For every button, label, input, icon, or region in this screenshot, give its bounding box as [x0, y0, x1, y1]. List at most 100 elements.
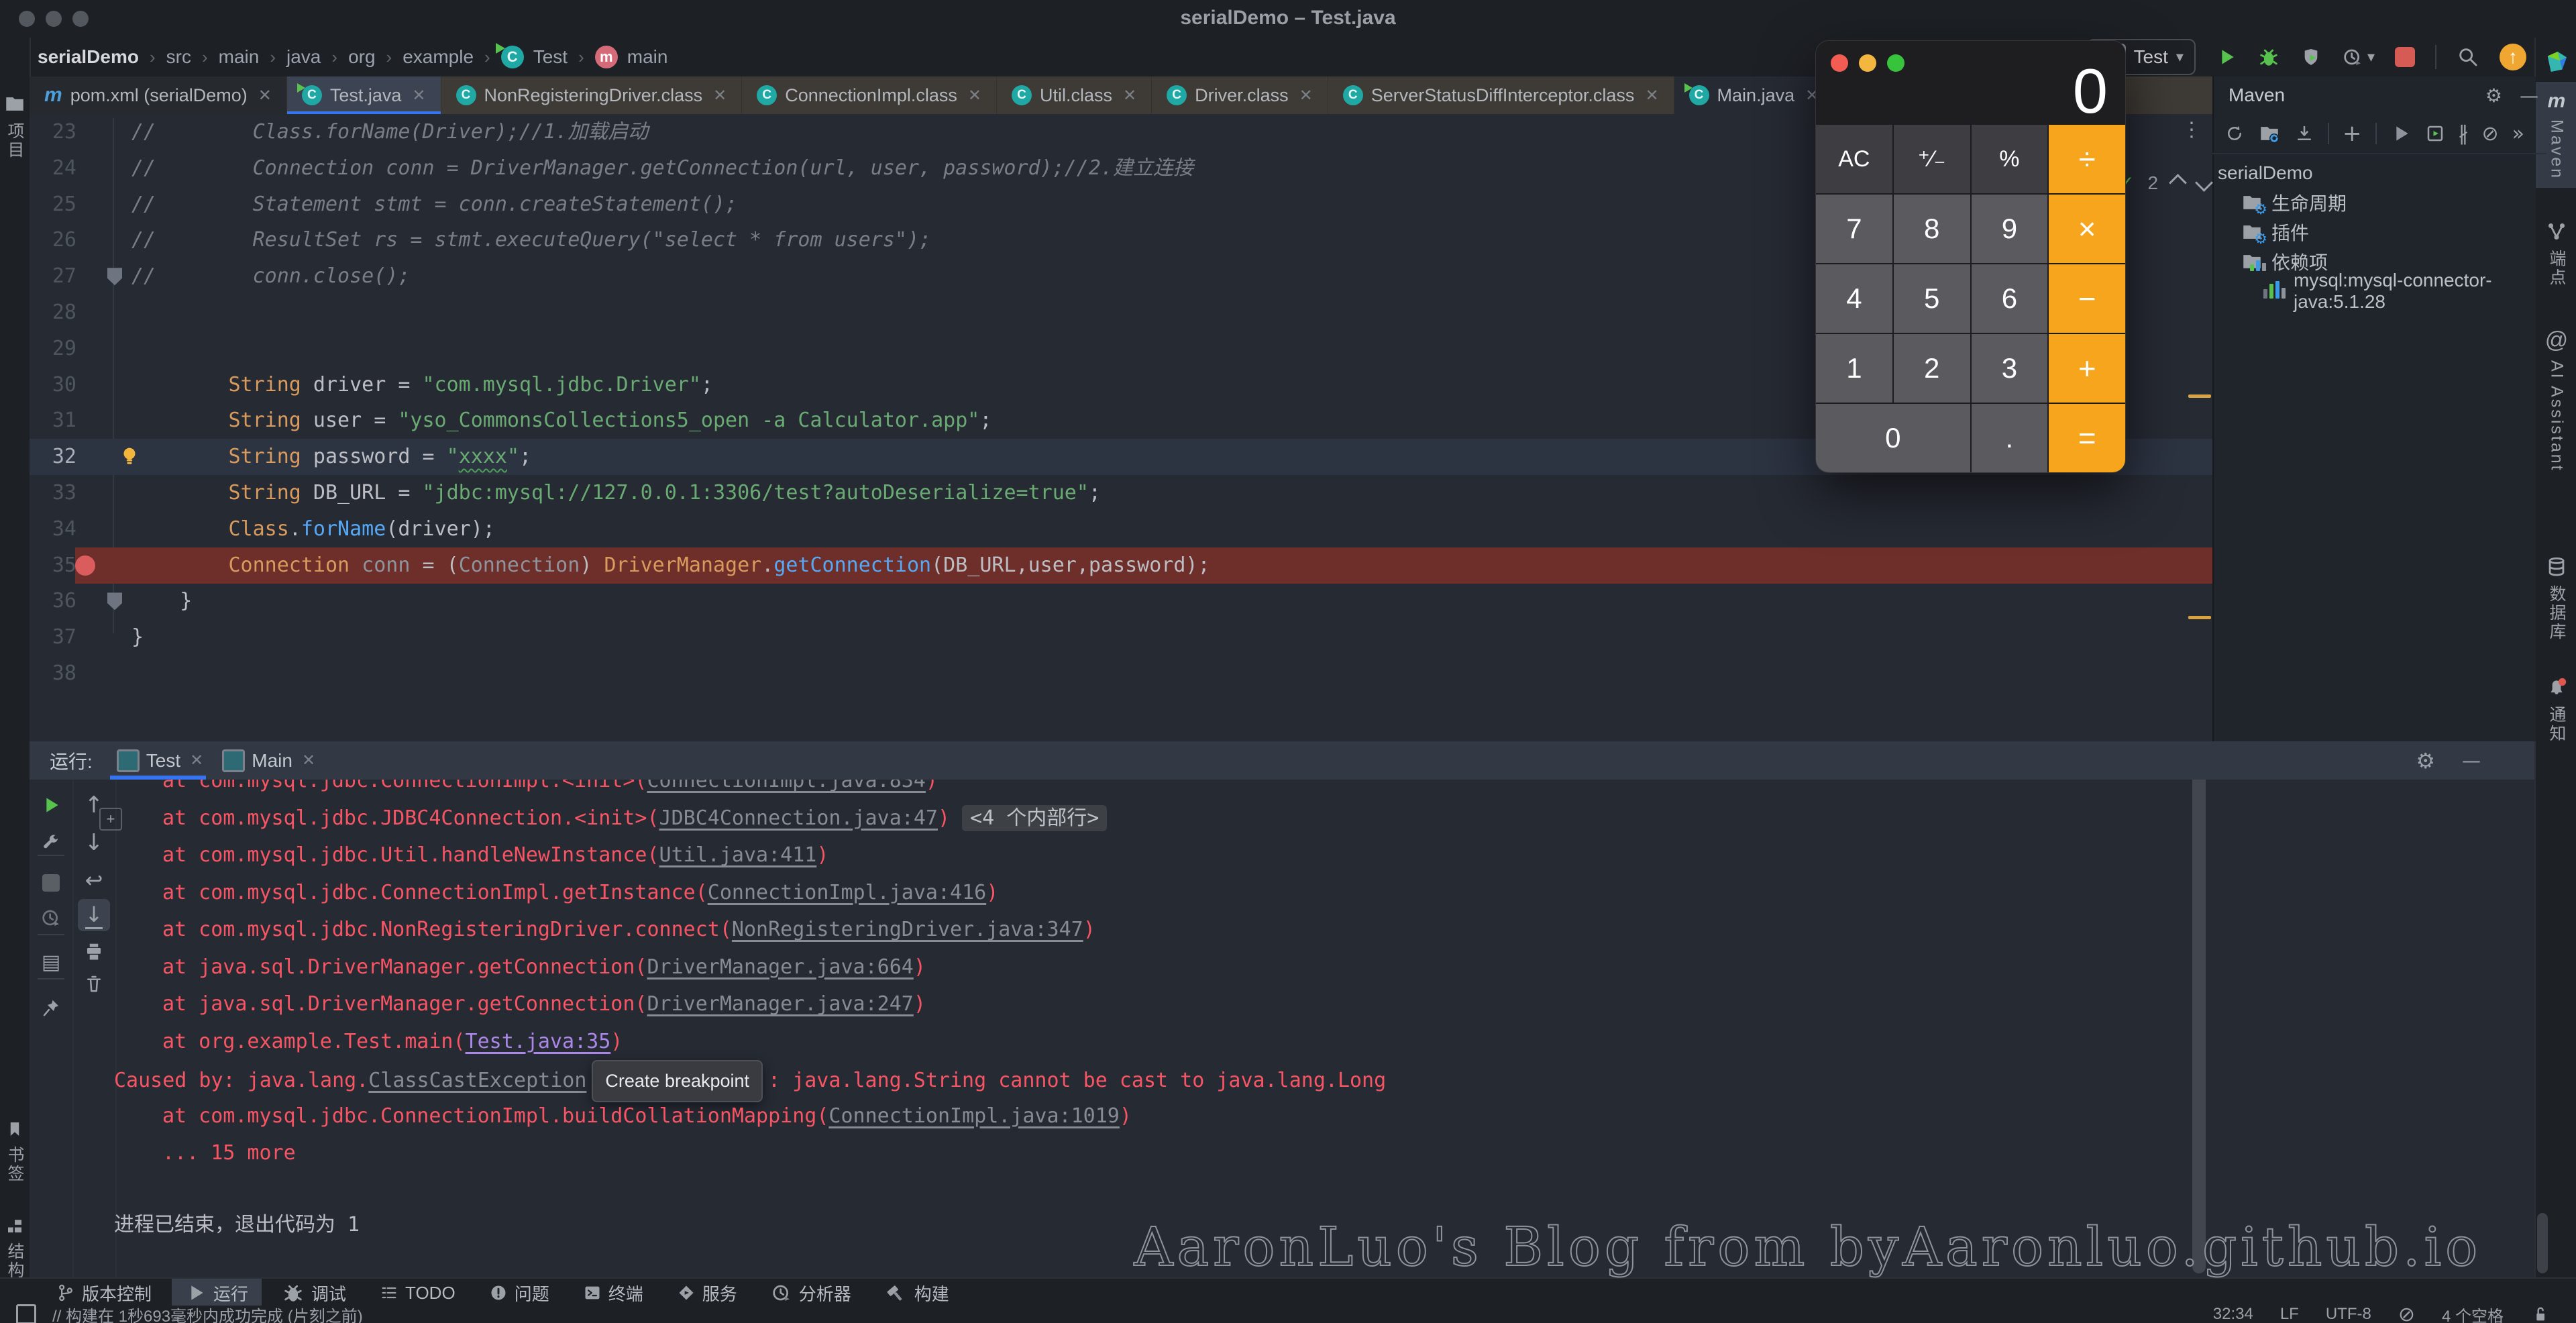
breadcrumb-item-main[interactable]: main	[219, 46, 260, 68]
calc-key-9[interactable]: 9	[1972, 195, 2048, 263]
next-problem-icon[interactable]	[2195, 174, 2213, 192]
stack-trace-link[interactable]: DriverManager.java:664	[647, 955, 913, 979]
toolbar-item-TODO[interactable]: TODO	[366, 1279, 469, 1307]
calc-key-.[interactable]: .	[1972, 404, 2048, 472]
maven-tree-item[interactable]: mysql:mysql-connector-java:5.1.28	[2263, 276, 2576, 306]
stack-trace-link[interactable]: DriverManager.java:247	[647, 992, 913, 1016]
toolbar-item-构建[interactable]: 构建	[871, 1279, 963, 1307]
console-tab-Main[interactable]: Main✕	[213, 741, 325, 780]
toolbar-item-服务[interactable]: 服务	[663, 1279, 751, 1307]
execute-goal-icon[interactable]	[2425, 123, 2445, 144]
maven-tree-item[interactable]: ⚙生命周期	[2241, 188, 2347, 217]
sidebar-item-notifications[interactable]: 通知	[2536, 668, 2576, 751]
calc-key-÷[interactable]: ÷	[2049, 125, 2125, 193]
scrollbar-warning-mark[interactable]	[2188, 394, 2211, 398]
debug-button[interactable]	[2257, 46, 2280, 68]
calc-key-8[interactable]: 8	[1894, 195, 1970, 263]
update-available-icon[interactable]: ↑	[2500, 44, 2526, 70]
close-icon[interactable]	[1831, 54, 1848, 72]
scroll-to-end-icon[interactable]: ↓	[78, 899, 110, 931]
calc-key-AC[interactable]: AC	[1816, 125, 1892, 193]
breadcrumb-item-example[interactable]: example	[402, 46, 474, 68]
tab-Test.java[interactable]: CTest.java✕	[287, 76, 441, 114]
close-icon[interactable]: ✕	[713, 86, 727, 105]
calc-key-×[interactable]: ×	[2049, 195, 2125, 263]
clear-all-icon[interactable]	[78, 967, 110, 1000]
create-breakpoint-popup[interactable]: Create breakpoint	[592, 1060, 763, 1102]
close-icon[interactable]: ✕	[1645, 86, 1658, 105]
calc-key-6[interactable]: 6	[1972, 264, 2048, 333]
console-tab-Test[interactable]: Test✕	[107, 741, 213, 780]
close-icon[interactable]: ✕	[968, 86, 981, 105]
maven-tree-item[interactable]: ⚙插件	[2241, 217, 2309, 247]
sidebar-item-structure[interactable]: 结构	[0, 1208, 30, 1288]
close-icon[interactable]: ✕	[190, 751, 203, 770]
more-options-icon[interactable]: ⋮	[2182, 118, 2202, 142]
window-layout-icon[interactable]	[16, 1304, 36, 1323]
hide-panel-icon[interactable]: —	[2520, 85, 2538, 107]
sidebar-item-bookmarks[interactable]: 书签	[0, 1111, 30, 1192]
stack-trace-link[interactable]: Util.java:411	[659, 843, 817, 867]
generate-sources-icon[interactable]	[2258, 122, 2281, 145]
calc-key-+[interactable]: +	[2049, 334, 2125, 403]
line-separator[interactable]: LF	[2280, 1305, 2299, 1323]
sidebar-item-ai-assistant[interactable]: @ AI Assistant	[2536, 319, 2576, 480]
coverage-button[interactable]	[2300, 46, 2322, 68]
inspections-widget[interactable]: ✓ 2	[2118, 172, 2210, 194]
breadcrumb-item-java[interactable]: java	[286, 46, 321, 68]
up-stack-icon[interactable]: ↑	[78, 789, 110, 821]
pin-tab-icon[interactable]	[35, 992, 67, 1024]
close-icon[interactable]: ✕	[1123, 86, 1136, 105]
calc-key-⁺⁄₋[interactable]: ⁺⁄₋	[1894, 125, 1970, 193]
skip-tests-icon[interactable]: ∦	[2459, 122, 2469, 146]
calc-key-3[interactable]: 3	[1972, 334, 2048, 403]
zoom-icon[interactable]	[1887, 54, 1904, 72]
previous-problem-icon[interactable]	[2169, 174, 2187, 192]
tab-pom.xml (serialDemo)[interactable]: mpom.xml (serialDemo)✕	[30, 76, 287, 114]
calculator-window-controls[interactable]	[1831, 54, 1915, 75]
stack-trace-link[interactable]: NonRegisteringDriver.java:347	[732, 918, 1083, 941]
intention-bulb-icon[interactable]	[118, 444, 141, 467]
breadcrumb-item-serialDemo[interactable]: serialDemo	[38, 46, 139, 68]
stop-disabled-icon[interactable]	[35, 867, 67, 899]
toolbar-item-终端[interactable]: 终端	[570, 1279, 657, 1307]
scrollbar-warning-mark[interactable]	[2188, 616, 2211, 619]
indent-setting[interactable]: 4 个空格	[2442, 1303, 2504, 1323]
file-encoding[interactable]: UTF-8	[2326, 1305, 2371, 1323]
sidebar-item-database[interactable]: 数据库	[2536, 547, 2576, 649]
minimize-icon[interactable]	[1859, 54, 1876, 72]
calc-key-2[interactable]: 2	[1894, 334, 1970, 403]
sync-icon[interactable]	[2224, 123, 2245, 144]
close-icon[interactable]: ✕	[412, 86, 425, 105]
breadcrumb-item-org[interactable]: org	[348, 46, 375, 68]
profiler-button[interactable]: ▾	[2342, 46, 2375, 68]
close-icon[interactable]: ✕	[302, 751, 315, 770]
edit-configuration-icon[interactable]	[35, 827, 67, 859]
stack-trace-link[interactable]: ConnectionImpl.java:416	[708, 881, 986, 904]
offline-mode-icon[interactable]: ⊘	[2482, 122, 2499, 146]
run-button[interactable]	[2216, 46, 2237, 68]
add-run-configuration-icon[interactable]: +	[2343, 120, 2362, 147]
caret-position[interactable]: 32:34	[2213, 1305, 2253, 1323]
maven-tree-item[interactable]: serialDemo	[2218, 158, 2313, 188]
breadcrumb-item-src[interactable]: src	[166, 46, 191, 68]
calc-key-=[interactable]: =	[2049, 404, 2125, 472]
tab-Main.java[interactable]: CMain.java✕	[1674, 76, 1835, 114]
calc-key-4[interactable]: 4	[1816, 264, 1892, 333]
download-sources-icon[interactable]	[2294, 123, 2314, 144]
tab-Util.class[interactable]: CUtil.class✕	[997, 76, 1152, 114]
toolbar-item-分析器[interactable]: 分析器	[757, 1279, 865, 1307]
breakpoint-icon[interactable]	[75, 555, 95, 576]
rerun-button[interactable]	[35, 789, 67, 821]
stack-trace-link[interactable]: Test.java:35	[466, 1030, 611, 1053]
calc-key-5[interactable]: 5	[1894, 264, 1970, 333]
close-icon[interactable]: ✕	[258, 86, 272, 105]
run-goal-icon[interactable]	[2390, 123, 2412, 144]
breadcrumb-item-main[interactable]: main	[627, 46, 668, 68]
down-stack-icon[interactable]: ↓	[78, 827, 110, 859]
calculator-window[interactable]: 0 AC⁺⁄₋%÷789×456−123+0.=	[1815, 40, 2126, 473]
calc-key-−[interactable]: −	[2049, 264, 2125, 333]
toolbar-item-问题[interactable]: 问题	[476, 1279, 563, 1307]
stop-button[interactable]	[2395, 47, 2415, 67]
calc-key-7[interactable]: 7	[1816, 195, 1892, 263]
